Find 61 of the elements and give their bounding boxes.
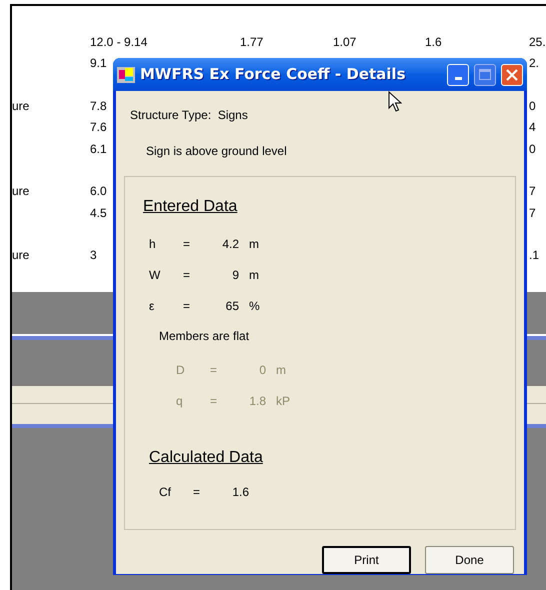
table-cell: 4 [529,120,536,134]
unit-label: kP [276,392,290,410]
table-cell: 7 [529,184,536,198]
mouse-cursor-icon [388,91,402,113]
field-value: 0 [258,362,266,378]
table-cell: 3 [90,248,97,262]
table-cell: 25. [529,34,546,49]
field-value: 65 [224,298,239,314]
unit-label: % [249,298,260,314]
table-cell: 12.0 - 9.14 [90,34,148,49]
table-cell: 2. [529,56,540,70]
table-cell: 7.6 [90,120,107,134]
variable-symbol: ε [149,298,156,314]
table-cell: ure [12,248,30,262]
variable-symbol: q [176,392,184,410]
unit-label: m [249,266,259,284]
sign-level-note: Sign is above ground level [146,143,288,160]
table-cell: 0 [529,98,536,113]
variable-symbol: D [176,362,186,378]
app-icon [117,66,135,82]
field-value: 4.2 [221,236,239,252]
equals-sign: = [193,484,202,500]
table-cell: 4.5 [90,206,107,220]
table-cell: 0 [529,142,536,156]
variable-symbol: Cf [159,484,172,500]
table-cell: 1.77 [240,34,264,49]
variable-symbol: W [149,266,162,284]
maximize-button[interactable] [474,64,496,86]
table-cell: 1.07 [333,34,356,49]
table-cell: 9.1 [90,56,107,70]
unit-label: m [249,236,259,252]
minimize-button[interactable] [447,64,469,86]
equals-sign: = [183,298,192,314]
field-value: 1.8 [248,392,266,410]
equals-sign: = [183,236,192,252]
minimize-icon [454,76,462,80]
section-heading: Calculated Data [149,448,263,468]
window-title: MWFRS Ex Force Coeff - Details [140,64,406,86]
table-cell: 1.6 [425,34,442,49]
table-cell: ure [12,98,30,113]
table-cell: 7 [529,206,536,220]
members-note: Members are flat [159,328,250,345]
table-cell: 6.1 [90,142,107,156]
unit-label: m [276,362,286,378]
table-cell: 6.0 [90,184,107,198]
equals-sign: = [210,392,218,410]
maximize-icon [479,69,491,80]
table-cell: .1 [529,248,540,262]
field-value: 9 [231,266,239,284]
table-cell: ure [12,184,30,198]
structure-type-label: Structure Type: Signs [130,107,249,124]
equals-sign: = [183,266,192,284]
close-button[interactable] [501,64,523,86]
close-icon [506,68,518,80]
dialog-button[interactable]: Print [322,546,411,574]
variable-symbol: h [149,236,157,252]
field-value: 1.6 [231,484,249,500]
equals-sign: = [210,362,218,378]
dialog-button[interactable]: Done [425,546,514,574]
table-cell: 7.8 [90,98,107,113]
section-heading: Entered Data [143,197,238,217]
